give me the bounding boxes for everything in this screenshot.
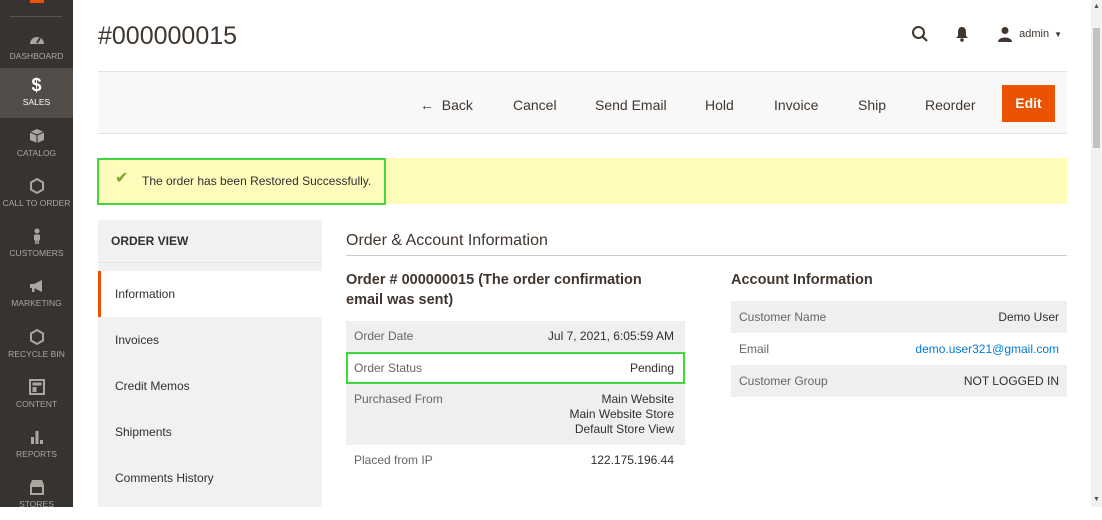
sidebar-label: STORES xyxy=(19,499,54,509)
sidebar-divider xyxy=(10,16,62,17)
sidebar-label: DASHBOARD xyxy=(9,51,64,61)
checkmark-icon: ✔ xyxy=(115,170,129,187)
purchased-from-line: Main Website xyxy=(601,392,674,406)
sidebar-label: RECYCLE BIN xyxy=(8,349,65,359)
dollar-icon: $ xyxy=(31,75,42,95)
sidebar-item-reports[interactable]: REPORTS xyxy=(0,420,73,470)
layout-icon xyxy=(28,379,45,395)
back-button[interactable]: ← Back xyxy=(420,88,473,122)
order-date-label: Order Date xyxy=(354,329,414,343)
order-date-value: Jul 7, 2021, 6:05:59 AM xyxy=(547,329,674,343)
page-actions-bar: ← Back Cancel Send Email Hold Invoice Sh… xyxy=(98,71,1067,134)
placed-from-ip-value: 122.175.196.44 xyxy=(590,453,674,467)
sidebar-label: CATALOG xyxy=(16,148,57,158)
email-link[interactable]: demo.user321@gmail.com xyxy=(915,342,1059,356)
sidebar-label: CALL TO ORDER xyxy=(2,198,71,208)
sidebar-item-sales[interactable]: $ SALES xyxy=(0,68,73,118)
order-info-table: Order Date Jul 7, 2021, 6:05:59 AM Order… xyxy=(346,321,685,477)
purchased-from-line: Default Store View xyxy=(574,422,674,436)
person-icon xyxy=(33,228,40,244)
order-title-line: email was sent) xyxy=(346,292,454,308)
order-view-nav: ORDER VIEW Information Invoices Credit M… xyxy=(98,220,322,507)
table-row: Email demo.user321@gmail.com xyxy=(731,333,1067,365)
table-row: Order Date Jul 7, 2021, 6:05:59 AM xyxy=(346,321,685,353)
user-menu[interactable]: admin ▼ xyxy=(997,26,1062,42)
table-row: Customer Group NOT LOGGED IN xyxy=(731,365,1067,397)
chevron-down-icon: ▼ xyxy=(1054,29,1062,39)
reorder-button[interactable]: Reorder xyxy=(925,88,976,122)
sidebar-label: CUSTOMERS xyxy=(9,248,64,258)
sidebar-item-catalog[interactable]: CATALOG xyxy=(0,119,73,169)
page-scrollbar[interactable]: ▲ ▼ xyxy=(1091,0,1102,507)
table-row: Purchased From Main Website Main Website… xyxy=(346,384,685,445)
customer-name-label: Customer Name xyxy=(739,310,827,324)
sidebar-item-dashboard[interactable]: DASHBOARD xyxy=(0,22,73,72)
customer-group-value: NOT LOGGED IN xyxy=(963,374,1059,388)
tab-information[interactable]: Information xyxy=(98,271,322,317)
speedometer-icon xyxy=(29,37,44,44)
store-icon xyxy=(29,480,44,495)
highlight-box xyxy=(346,352,685,384)
ship-button[interactable]: Ship xyxy=(858,88,886,122)
table-row: Placed from IP 122.175.196.44 xyxy=(346,445,685,477)
user-name: admin xyxy=(1019,28,1050,40)
hold-button[interactable]: Hold xyxy=(705,88,734,122)
table-row: Customer Name Demo User xyxy=(731,301,1067,333)
placed-from-ip-label: Placed from IP xyxy=(354,453,433,467)
section-divider xyxy=(346,255,1067,256)
scroll-up-icon[interactable]: ▲ xyxy=(1093,3,1100,11)
section-title: Order & Account Information xyxy=(346,232,548,249)
sidebar-item-recycle-bin[interactable]: RECYCLE BIN xyxy=(0,320,73,370)
sidebar-label: SALES xyxy=(22,97,51,107)
hexagon-icon xyxy=(29,328,44,346)
back-label: Back xyxy=(441,97,473,113)
box-icon xyxy=(29,129,44,143)
page-title: #000000015 xyxy=(98,22,238,50)
tab-comments-history[interactable]: Comments History xyxy=(98,455,322,501)
header-actions: admin ▼ xyxy=(889,22,1062,46)
invoice-button[interactable]: Invoice xyxy=(774,88,818,122)
cancel-button[interactable]: Cancel xyxy=(513,88,557,122)
send-email-button[interactable]: Send Email xyxy=(595,88,667,122)
tab-credit-memos[interactable]: Credit Memos xyxy=(98,363,322,409)
tab-invoices[interactable]: Invoices xyxy=(98,317,322,363)
sidebar-item-stores[interactable]: STORES xyxy=(0,470,73,520)
customer-name-value: Demo User xyxy=(998,310,1059,324)
sidebar-item-call-to-order[interactable]: CALL TO ORDER xyxy=(0,169,73,219)
email-label: Email xyxy=(739,342,770,356)
sidebar-item-marketing[interactable]: MARKETING xyxy=(0,269,73,319)
sidebar-item-customers[interactable]: CUSTOMERS xyxy=(0,219,73,269)
tab-shipments[interactable]: Shipments xyxy=(98,409,322,455)
order-view-title: ORDER VIEW xyxy=(98,220,322,263)
customer-group-label: Customer Group xyxy=(739,374,828,388)
purchased-from-value: Main Website Main Website Store Default … xyxy=(570,392,675,437)
sidebar-item-content[interactable]: CONTENT xyxy=(0,370,73,420)
bar-chart-icon xyxy=(30,431,43,444)
logo-mark xyxy=(30,0,44,3)
scroll-thumb[interactable] xyxy=(1093,28,1100,148)
account-title: Account Information xyxy=(731,272,873,288)
scroll-down-icon[interactable]: ▼ xyxy=(1093,496,1100,504)
sidebar-label: CONTENT xyxy=(15,399,58,409)
admin-sidebar: DASHBOARD $ SALES CATALOG CALL TO ORDER … xyxy=(0,0,73,509)
order-title-line: Order # 000000015 (The order confirmatio… xyxy=(346,272,642,288)
purchased-from-label: Purchased From xyxy=(354,392,443,406)
sidebar-label: REPORTS xyxy=(16,449,57,459)
success-message-text: The order has been Restored Successfully… xyxy=(142,174,372,188)
arrow-left-icon: ← xyxy=(420,97,434,113)
bell-icon[interactable] xyxy=(951,23,973,45)
account-info-table: Customer Name Demo User Email demo.user3… xyxy=(731,301,1067,397)
hexagon-icon xyxy=(29,177,44,195)
search-icon[interactable] xyxy=(909,23,931,45)
megaphone-icon xyxy=(29,280,42,292)
order-title: Order # 000000015 (The order confirmatio… xyxy=(346,270,642,310)
user-icon xyxy=(998,27,1013,42)
sidebar-label: MARKETING xyxy=(11,298,62,308)
edit-button[interactable]: Edit xyxy=(1002,85,1055,122)
purchased-from-line: Main Website Store xyxy=(569,407,675,421)
